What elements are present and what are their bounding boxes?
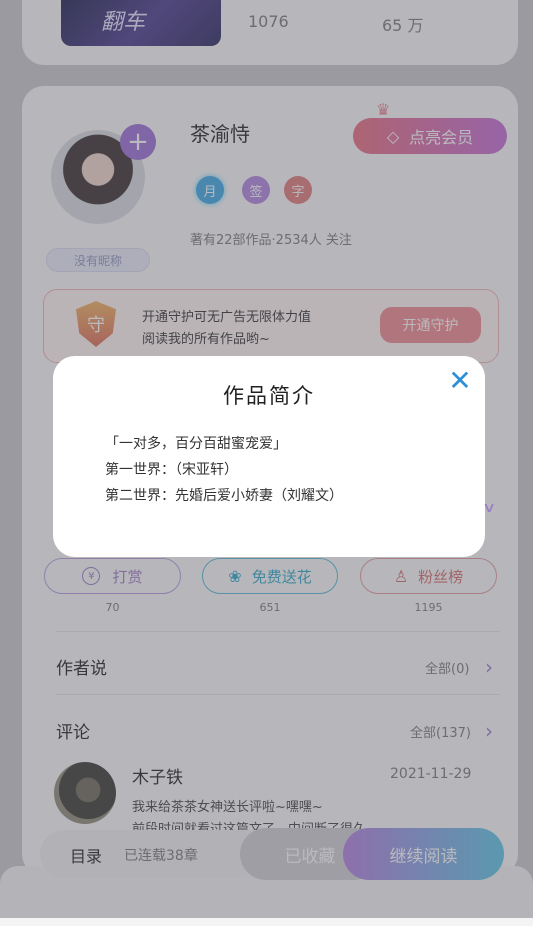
chevron-down-icon[interactable]: ∨ (482, 500, 496, 516)
modal-close-button[interactable]: ✕ (435, 356, 485, 406)
modal-line-1: 「一对多，百分百甜蜜宠爱」 (105, 436, 287, 452)
modal-title: 作品简介 (223, 384, 315, 408)
modal-line-3: 第二世界：先婚后爱小娇妻（刘耀文） (105, 488, 343, 504)
modal-line-2: 第一世界：（宋亚轩） (105, 462, 238, 478)
close-icon: ✕ (448, 364, 472, 397)
intro-modal: 作品简介 「一对多，百分百甜蜜宠爱」 第一世界：（宋亚轩） 第二世界：先婚后爱小… (53, 356, 485, 557)
